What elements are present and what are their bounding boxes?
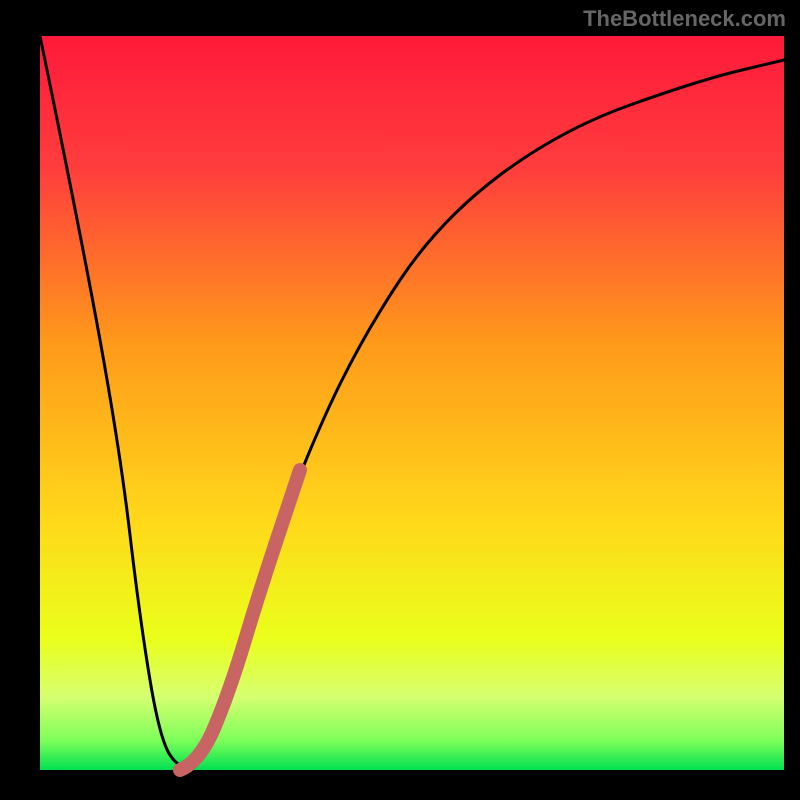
plot-area [40, 36, 784, 770]
watermark-label: TheBottleneck.com [583, 6, 786, 32]
chart-stage: TheBottleneck.com [0, 0, 800, 800]
chart-svg [0, 0, 800, 800]
